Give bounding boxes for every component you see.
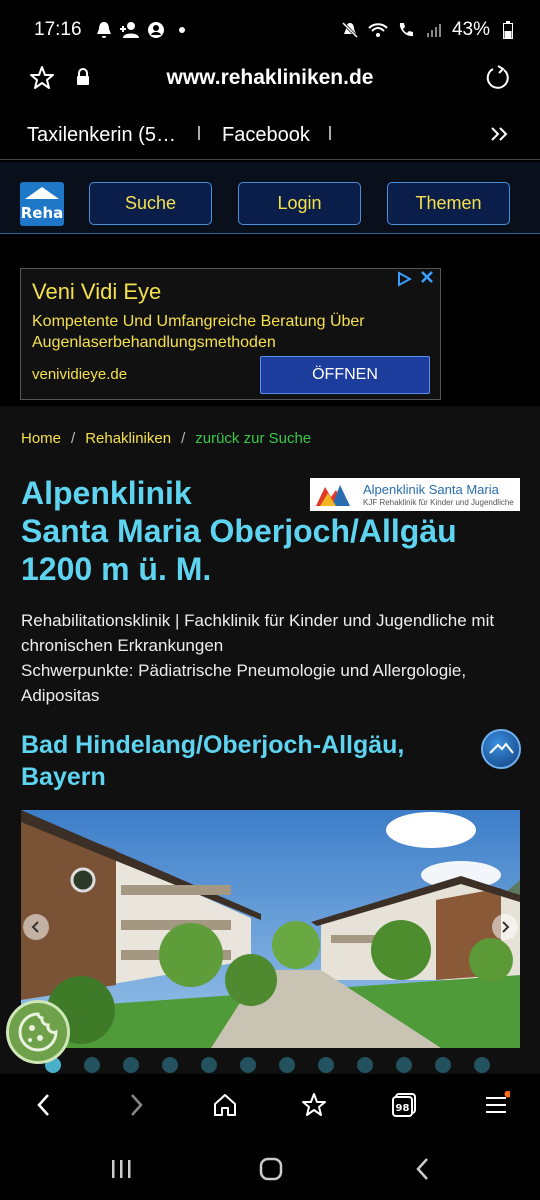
status-bar: 17:16 43%	[0, 0, 540, 60]
breadcrumb-separator: /	[71, 430, 76, 447]
ad-open-button[interactable]: ÖFFNEN	[260, 356, 430, 394]
carousel-prev-button[interactable]	[23, 914, 49, 940]
mute-icon	[340, 20, 360, 40]
clinic-location: Bad Hindelang/Oberjoch-Allgäu, Bayern	[21, 729, 441, 793]
clinic-title: Alpenklinik Santa Maria Oberjoch/Allgäu …	[21, 474, 521, 588]
carousel-indicators	[45, 1057, 490, 1073]
clinic-location-line: Bad Hindelang/Oberjoch-Allgäu,	[21, 731, 405, 759]
adchoices-icon[interactable]	[396, 271, 413, 290]
breadcrumb-home[interactable]: Home	[21, 430, 61, 447]
back-arrow-icon[interactable]	[30, 1091, 58, 1119]
carousel-dot[interactable]	[357, 1057, 373, 1073]
tab-count: 98	[396, 1103, 410, 1114]
back-to-search-link[interactable]: zurück zur Suche	[195, 430, 311, 447]
breadcrumb: Home / Rehakliniken / zurück zur Suche	[21, 430, 311, 447]
home-icon[interactable]	[211, 1091, 239, 1119]
cookie-icon	[18, 1012, 58, 1052]
site-header: Reha Suche Login Themen	[0, 162, 540, 234]
more-bookmarks-icon[interactable]	[490, 122, 510, 148]
bookmark-separator	[198, 126, 200, 140]
clinic-title-line: Santa Maria Oberjoch/Allgäu	[21, 513, 457, 549]
notification-icon	[94, 20, 114, 40]
system-navigation-bar	[0, 1136, 540, 1200]
login-nav-button[interactable]: Login	[238, 182, 361, 225]
home-button-icon[interactable]	[256, 1156, 286, 1182]
clinic-photo-carousel[interactable]	[21, 810, 520, 1048]
tabs-icon[interactable]: 98	[390, 1091, 418, 1119]
carousel-dot[interactable]	[84, 1057, 100, 1073]
main-content: Home / Rehakliniken / zurück zur Suche A…	[0, 406, 540, 1074]
bookmark-item[interactable]: Taxilenkerin (5…	[27, 124, 176, 147]
clinic-title-line: 1200 m ü. M.	[21, 551, 212, 587]
clinic-description-line: Schwerpunkte: Pädiatrische Pneumologie u…	[21, 661, 467, 705]
browser-toolbar: 98	[0, 1074, 540, 1136]
bookmark-separator	[329, 126, 331, 140]
bookmarks-bar: Taxilenkerin (5… Facebook	[0, 112, 540, 160]
carousel-dot[interactable]	[396, 1057, 412, 1073]
carousel-dot[interactable]	[279, 1057, 295, 1073]
bookmark-item[interactable]: Facebook	[222, 124, 310, 147]
person-add-icon	[119, 20, 140, 40]
account-icon	[146, 20, 166, 40]
breadcrumb-rehakliniken[interactable]: Rehakliniken	[85, 430, 171, 447]
carousel-dot[interactable]	[162, 1057, 178, 1073]
clinic-description: Rehabilitationsklinik | Fachklinik für K…	[21, 608, 521, 708]
url-text[interactable]: www.rehakliniken.de	[0, 66, 540, 90]
cookie-settings-button[interactable]	[6, 1000, 70, 1064]
ad-domain[interactable]: venividieye.de	[32, 366, 127, 383]
advertisement[interactable]: Veni Vidi Eye Kompetente Und Umfangreich…	[20, 268, 441, 400]
address-bar[interactable]: www.rehakliniken.de	[0, 60, 540, 100]
reload-icon[interactable]	[484, 64, 512, 97]
breadcrumb-separator: /	[181, 430, 186, 447]
carousel-dot[interactable]	[435, 1057, 451, 1073]
forward-arrow-icon[interactable]	[122, 1091, 150, 1119]
ad-title[interactable]: Veni Vidi Eye	[32, 279, 161, 305]
call-icon	[396, 20, 416, 40]
wifi-icon	[368, 20, 388, 40]
system-back-icon[interactable]	[408, 1156, 438, 1182]
status-notification-icons	[94, 20, 192, 40]
carousel-dot[interactable]	[240, 1057, 256, 1073]
search-nav-button[interactable]: Suche	[89, 182, 212, 225]
site-logo[interactable]: Reha	[20, 182, 64, 226]
clinic-location-line: Bayern	[21, 763, 106, 791]
carousel-dot[interactable]	[318, 1057, 334, 1073]
clinic-title-line: Alpenklinik	[21, 475, 192, 511]
carousel-next-button[interactable]	[492, 914, 518, 940]
carousel-dot[interactable]	[201, 1057, 217, 1073]
recent-apps-icon[interactable]	[106, 1156, 136, 1182]
dot-icon	[172, 20, 192, 40]
topics-nav-button[interactable]: Themen	[387, 182, 510, 225]
status-system-icons: 43%	[340, 19, 518, 41]
clinic-description-line: Rehabilitationsklinik | Fachklinik für K…	[21, 611, 495, 655]
site-logo-text: Reha	[20, 204, 64, 222]
signal-icon	[424, 20, 444, 40]
battery-percentage: 43%	[451, 19, 490, 40]
status-time: 17:16	[34, 19, 82, 40]
carousel-dot[interactable]	[474, 1057, 490, 1073]
ad-description: Kompetente Und Umfangreiche Beratung Übe…	[32, 313, 365, 351]
mountain-icon[interactable]	[481, 729, 521, 769]
menu-icon[interactable]	[482, 1091, 510, 1119]
house-roof-icon	[25, 187, 59, 199]
clinic-photo	[21, 810, 520, 1048]
carousel-dot[interactable]	[123, 1057, 139, 1073]
ad-close-icon[interactable]	[420, 270, 434, 289]
bookmarks-icon[interactable]	[300, 1091, 328, 1119]
battery-icon	[498, 20, 518, 40]
